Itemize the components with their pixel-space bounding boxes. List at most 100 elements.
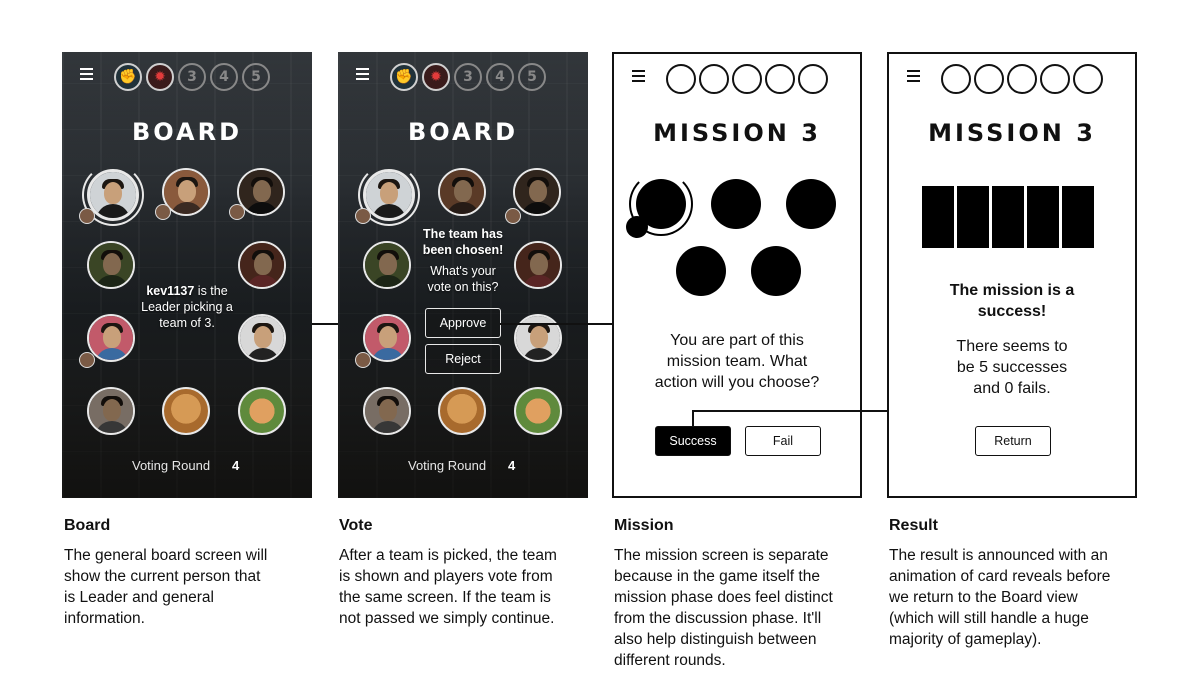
leader-name: kev1137 [146,284,195,298]
player-avatar[interactable] [438,168,486,216]
flow-connector [500,323,612,325]
mission-card [922,186,954,248]
caption-body: The general board screen will show the c… [64,545,324,629]
result-headline-line-2: success! [977,303,1047,320]
mini-avatar [229,204,245,220]
player-avatar[interactable] [238,314,286,362]
caption-heading: Mission [614,517,674,534]
caption-line: mission phase does feel distinct [614,589,833,606]
result-headline: The mission is a success! [899,280,1125,322]
player-avatar[interactable] [87,387,135,435]
player-avatar[interactable] [238,241,286,289]
mini-avatar [155,204,171,220]
page-title: BOARD [131,118,243,146]
leader-mini-avatar [355,208,371,224]
round-token [798,64,828,94]
round-token [765,64,795,94]
menu-icon[interactable] [907,70,920,82]
mission-prompt-line-1: You are part of this [670,332,804,349]
vote-question-line-2: vote on this? [427,280,499,294]
player-avatar-dog[interactable] [162,387,210,435]
caption-line: information. [64,610,145,627]
player-avatar[interactable] [514,241,562,289]
result-detail-line-3: and 0 fails. [973,380,1051,397]
player-avatar[interactable] [87,314,135,362]
caption-heading: Vote [339,517,373,534]
caption-body: The result is announced with an animatio… [889,545,1189,650]
mission-card [1027,186,1059,248]
caption-line: the same screen. If the team is [339,589,551,606]
leader-announcement: kev1137 is the Leader picking a team of … [122,283,252,331]
caption-heading: Result [889,517,938,534]
caption-line: not passed we simply continue. [339,610,555,627]
result-detail-line-1: There seems to [956,338,1068,355]
reject-button[interactable]: Reject [425,344,501,374]
caption-heading: Board [64,517,111,534]
team-chosen-line-1: The team has [423,227,503,241]
leader-mini-avatar [79,208,95,224]
player-avatar[interactable] [363,241,411,289]
round-1-resistance-fist-icon: ✊ [114,63,142,91]
team-chosen-line-2: been chosen! [422,243,504,257]
round-5-token: 5 [242,63,270,91]
player-avatar[interactable] [513,168,561,216]
player-avatar[interactable] [363,314,411,362]
flow-connector [312,323,338,325]
approve-button[interactable]: Approve [425,308,501,338]
vote-question: What's your vote on this? [410,263,516,295]
caption-line: from the discussion phase. It'll [614,610,822,627]
menu-icon[interactable] [356,68,369,80]
success-button[interactable]: Success [655,426,731,456]
menu-icon[interactable] [632,70,645,82]
caption-line: we return to the Board view [889,589,1078,606]
team-chosen-heading: The team has been chosen! [410,226,516,258]
caption-result: Result The result is announced with an a… [889,517,1189,650]
player-avatar-leader[interactable] [87,169,139,221]
round-token [666,64,696,94]
player-avatar-leader[interactable] [363,169,415,221]
voting-round-value: 4 [508,458,516,473]
caption-mission: Mission The mission screen is separate b… [614,517,874,671]
mission-prompt-line-2: mission team. What [666,353,808,370]
leader-text-2: Leader picking a [141,300,233,314]
round-2-spy-icon: ✹ [146,63,174,91]
player-avatar[interactable] [87,241,135,289]
round-3-token: 3 [178,63,206,91]
mission-card [992,186,1024,248]
round-token [1007,64,1037,94]
caption-line: The general board screen will [64,547,268,564]
caption-body: The mission screen is separate because i… [614,545,874,671]
mini-avatar [355,352,371,368]
team-member-token [711,179,761,229]
team-member-token [751,246,801,296]
player-avatar-cat[interactable] [514,387,562,435]
fail-button[interactable]: Fail [745,426,821,456]
page-title: MISSION 3 [928,119,1096,147]
mission-screen: MISSION 3 You are part of this mission t… [612,52,862,498]
mission-prompt: You are part of this mission team. What … [624,330,850,393]
return-button[interactable]: Return [975,426,1051,456]
caption-line: also help distinguish between [614,631,817,648]
round-token [732,64,762,94]
player-avatar[interactable] [514,314,562,362]
round-4-token: 4 [210,63,238,91]
round-tracker: ✊ ✹ 3 4 5 [114,63,270,91]
menu-icon[interactable] [80,68,93,80]
caption-line: animation of card reveals before [889,568,1111,585]
mission-card [1062,186,1094,248]
player-avatar[interactable] [363,387,411,435]
caption-line: show the current person that [64,568,261,585]
caption-line: The result is announced with an [889,547,1108,564]
round-token [974,64,1004,94]
caption-line: because in the game itself the [614,568,820,585]
round-token [1073,64,1103,94]
result-headline-line-1: The mission is a [949,282,1075,299]
leader-text-3: team of 3. [159,316,215,330]
player-avatar-dog[interactable] [438,387,486,435]
player-avatar-cat[interactable] [238,387,286,435]
caption-vote: Vote After a team is picked, the team is… [339,517,599,629]
round-token [941,64,971,94]
team-member-token [786,179,836,229]
caption-line: is Leader and general [64,589,214,606]
flow-connector [692,410,694,426]
